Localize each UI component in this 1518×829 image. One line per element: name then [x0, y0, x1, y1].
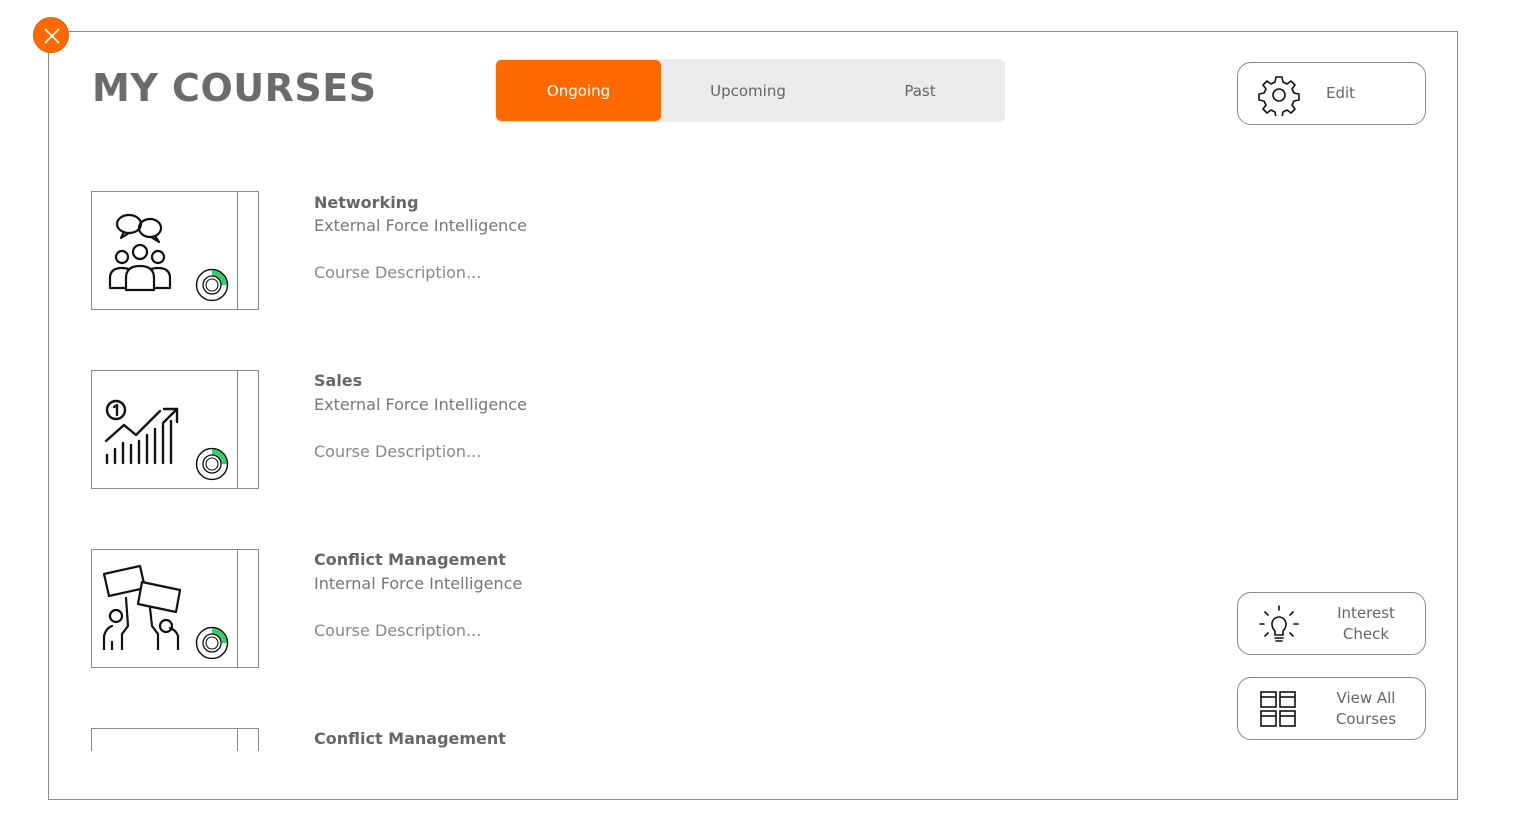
course-description: Course Description... — [314, 263, 482, 282]
edit-button-label: Edit — [1326, 84, 1356, 102]
course-title[interactable]: Conflict Management — [314, 729, 506, 748]
interest-check-label-line1: Interest — [1337, 603, 1395, 622]
course-category: External Force Intelligence — [314, 216, 527, 235]
course-list: Networking External Force Intelligence C… — [49, 150, 1219, 751]
people-chat-icon — [108, 213, 172, 292]
thumbnail-divider — [237, 371, 238, 488]
course-thumbnail[interactable] — [91, 728, 259, 751]
course-item-conflict-management-2: Conflict Management — [49, 728, 1219, 751]
progress-ring — [195, 447, 229, 481]
interest-check-label-line2: Check — [1342, 624, 1390, 643]
edit-button[interactable]: Edit — [1237, 62, 1426, 125]
interest-check-button[interactable]: Interest Check — [1237, 592, 1426, 655]
course-description: Course Description... — [314, 442, 482, 461]
course-item-sales: Sales External Force Intelligence Course… — [49, 370, 1219, 490]
thumbnail-divider — [237, 729, 238, 751]
course-category: Internal Force Intelligence — [314, 574, 523, 593]
course-title[interactable]: Networking — [314, 193, 419, 212]
course-thumbnail[interactable] — [91, 549, 259, 668]
view-all-label-line2: Courses — [1335, 709, 1397, 728]
course-thumbnail[interactable] — [91, 370, 259, 489]
page-title: MY COURSES — [92, 66, 377, 110]
growth-chart-icon — [104, 399, 179, 465]
thumbnail-divider — [237, 192, 238, 309]
progress-ring — [195, 626, 229, 660]
interest-check-label: Interest Check — [1326, 593, 1406, 654]
progress-ring — [195, 268, 229, 302]
close-button[interactable] — [33, 17, 69, 53]
gear-icon — [1258, 76, 1300, 116]
grid-icon — [1260, 691, 1296, 727]
view-all-label-line1: View All — [1336, 688, 1396, 707]
course-title[interactable]: Conflict Management — [314, 550, 506, 569]
person-icon — [102, 739, 182, 751]
view-all-courses-label: View All Courses — [1326, 678, 1406, 739]
close-icon — [44, 28, 60, 44]
course-tabs: Ongoing Upcoming Past — [495, 59, 1005, 122]
course-description: Course Description... — [314, 621, 482, 640]
course-category: External Force Intelligence — [314, 395, 527, 414]
protest-icon — [102, 564, 182, 650]
view-all-courses-button[interactable]: View All Courses — [1237, 677, 1426, 740]
tab-ongoing[interactable]: Ongoing — [496, 60, 661, 121]
course-title[interactable]: Sales — [314, 371, 362, 390]
thumbnail-divider — [237, 550, 238, 667]
course-item-networking: Networking External Force Intelligence C… — [49, 191, 1219, 311]
lightbulb-icon — [1259, 605, 1299, 642]
tab-upcoming[interactable]: Upcoming — [663, 59, 833, 122]
tab-past[interactable]: Past — [835, 59, 1005, 122]
course-thumbnail[interactable] — [91, 191, 259, 310]
course-item-conflict-management: Conflict Management Internal Force Intel… — [49, 549, 1219, 669]
